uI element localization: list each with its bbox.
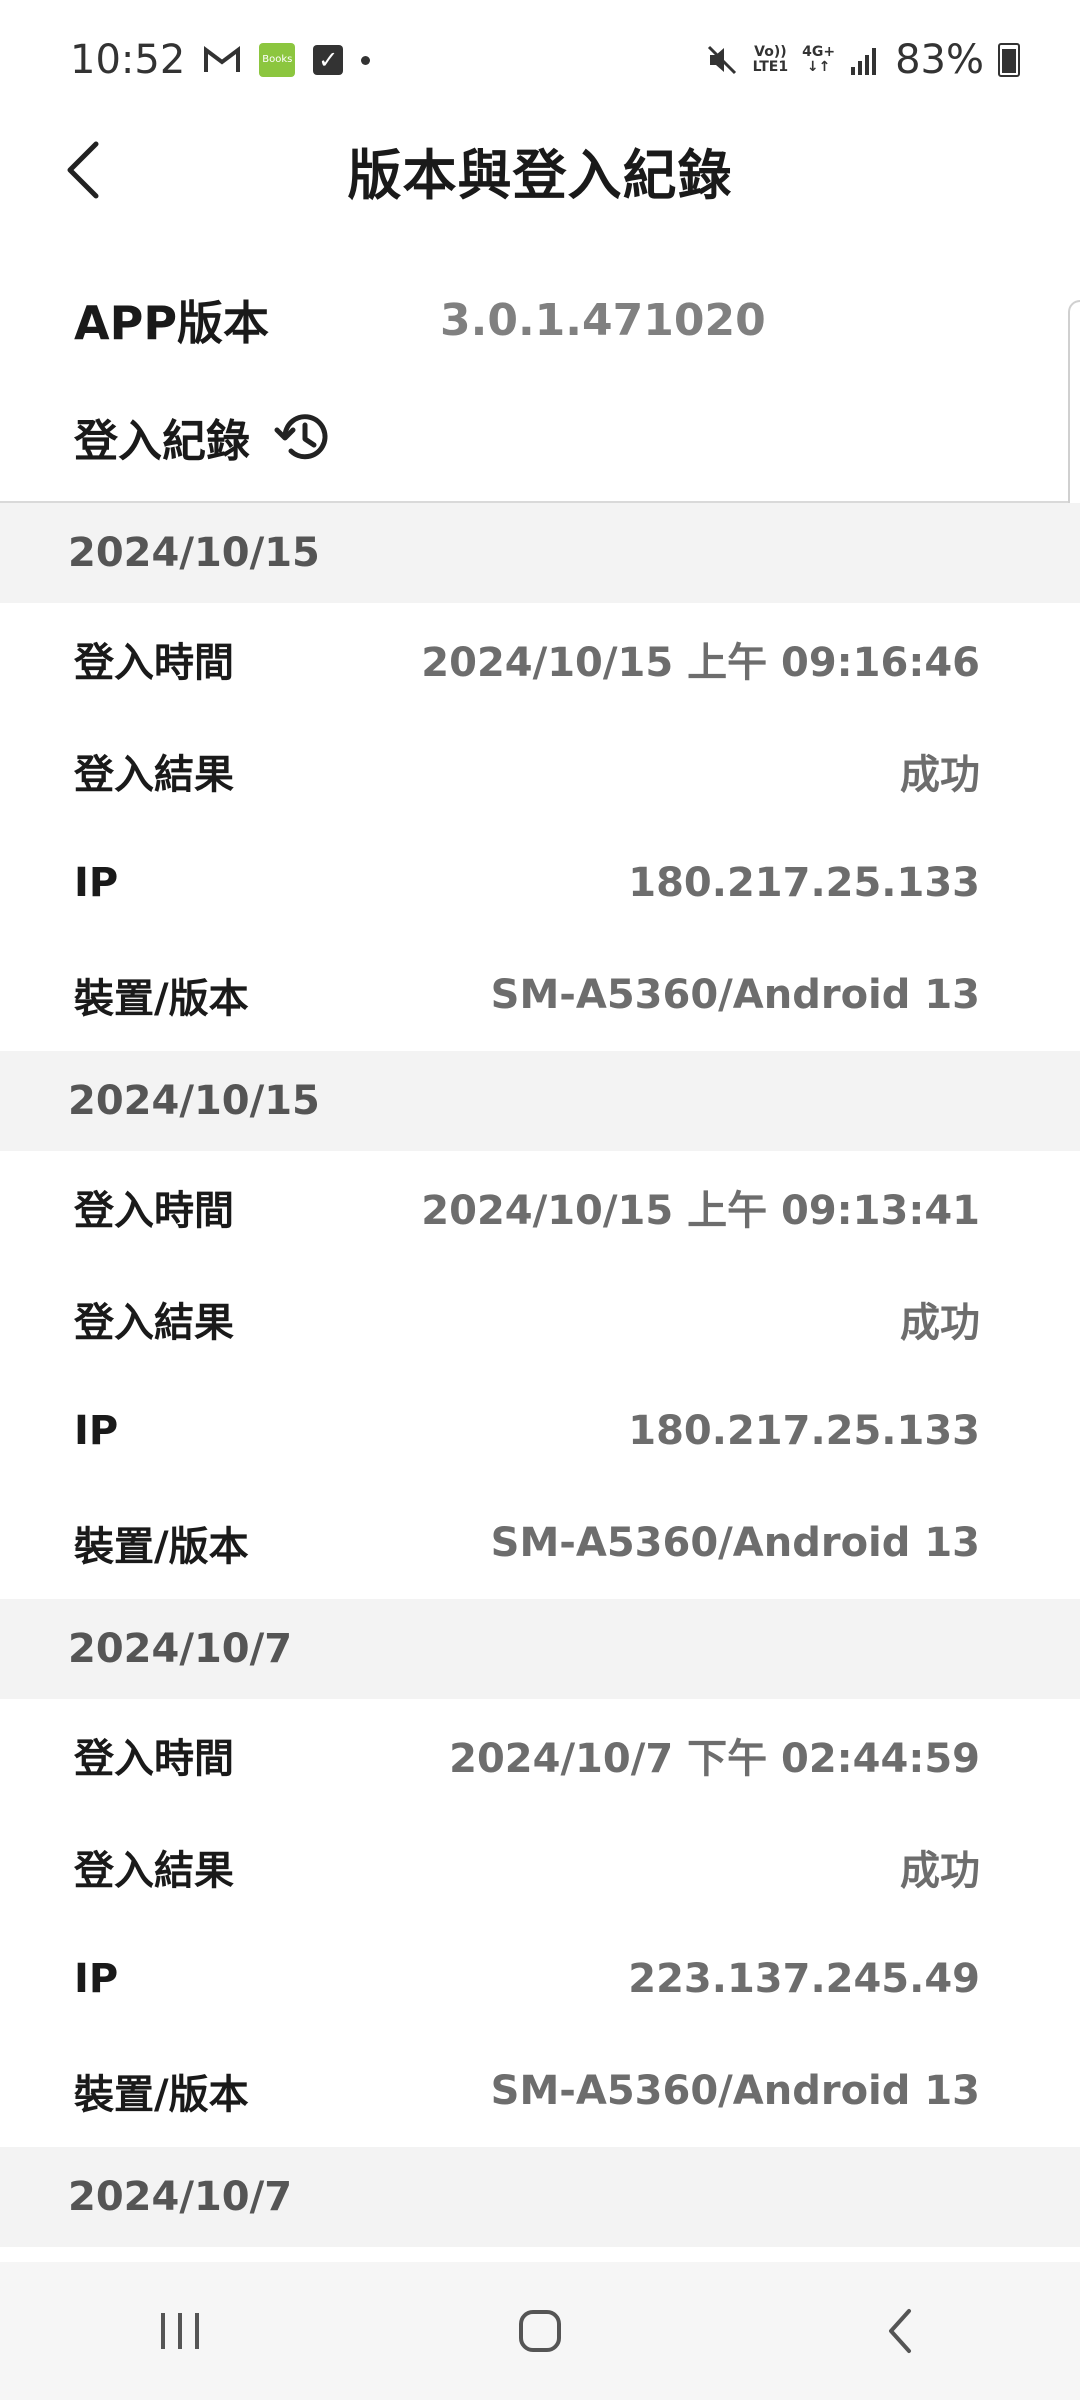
gmail-icon xyxy=(203,45,241,75)
device-version-row: 裝置/版本 SM-A5360/Android 13 xyxy=(0,1487,1080,1599)
app-version-label: APP版本 xyxy=(74,296,270,350)
record-date-header: 2024/10/7 xyxy=(0,2147,1080,2247)
more-notifications-dot-icon xyxy=(361,55,371,65)
login-record-list: 2024/10/15 登入時間 2024/10/15 上午 09:16:46 登… xyxy=(0,503,1080,2247)
login-result-row: 登入結果 成功 xyxy=(0,1263,1080,1375)
row-value: 2024/10/15 上午 09:13:41 xyxy=(421,1188,980,1234)
row-label: IP xyxy=(74,1408,119,1454)
record-date-header: 2024/10/15 xyxy=(0,503,1080,603)
row-label: IP xyxy=(74,860,119,906)
back-button[interactable] xyxy=(50,136,118,204)
row-value: SM-A5360/Android 13 xyxy=(490,972,980,1018)
battery-percent: 83% xyxy=(895,37,984,83)
row-label: 登入結果 xyxy=(74,1300,234,1346)
row-value: 223.137.245.49 xyxy=(628,1956,980,2002)
row-label: IP xyxy=(74,1956,119,2002)
row-label: 裝置/版本 xyxy=(74,2072,249,2118)
volte-bottom-text: LTE1 xyxy=(752,59,789,75)
data-4g-icon: 4G+ ↓↑ xyxy=(802,44,836,75)
row-value: 2024/10/15 上午 09:16:46 xyxy=(421,640,980,686)
status-time: 10:52 xyxy=(70,37,186,83)
record-date-header: 2024/10/7 xyxy=(0,1599,1080,1699)
history-icon xyxy=(274,414,328,460)
row-value: SM-A5360/Android 13 xyxy=(490,2068,980,2114)
login-history-label: 登入紀錄 xyxy=(74,416,250,467)
status-bar: 10:52 Books ✓ Vo)) LTE1 4G+ ↓↑ 83% xyxy=(0,0,1080,120)
signal-icon xyxy=(849,45,881,75)
row-value: 180.217.25.133 xyxy=(628,1408,980,1454)
row-value: 180.217.25.133 xyxy=(628,860,980,906)
ip-row: IP 223.137.245.49 xyxy=(0,1923,1080,2035)
login-time-row: 登入時間 2024/10/15 上午 09:16:46 xyxy=(0,603,1080,715)
chevron-left-icon xyxy=(67,141,99,199)
network-type-text: 4G+ xyxy=(802,44,836,60)
login-history-header: 登入紀錄 xyxy=(74,392,334,482)
app-bar: 版本與登入紀錄 xyxy=(0,120,1080,220)
login-record: 2024/10/7 登入時間 2024/10/7 下午 02:44:59 登入結… xyxy=(0,1599,1080,2147)
row-label: 登入結果 xyxy=(74,752,234,798)
app-version-value: 3.0.1.471020 xyxy=(440,294,766,346)
row-value: SM-A5360/Android 13 xyxy=(490,1520,980,1566)
status-left: 10:52 Books ✓ xyxy=(0,37,371,83)
home-button[interactable] xyxy=(480,2281,600,2381)
row-label: 裝置/版本 xyxy=(74,976,249,1022)
books-app-icon: Books xyxy=(259,43,296,77)
screen: 10:52 Books ✓ Vo)) LTE1 4G+ ↓↑ 83% 版本與登入… xyxy=(0,0,1080,2400)
login-result-row: 登入結果 成功 xyxy=(0,715,1080,827)
volte-top-text: Vo)) xyxy=(754,44,787,60)
app-version-row: APP版本 3.0.1.471020 xyxy=(0,270,1080,370)
row-value: 成功 xyxy=(900,752,980,798)
row-label: 登入結果 xyxy=(74,1848,234,1894)
back-icon xyxy=(889,2309,911,2353)
mute-icon xyxy=(705,43,739,77)
recents-button[interactable] xyxy=(120,2281,240,2381)
row-label: 裝置/版本 xyxy=(74,1524,249,1570)
device-version-row: 裝置/版本 SM-A5360/Android 13 xyxy=(0,939,1080,1051)
row-label: 登入時間 xyxy=(74,1188,234,1234)
login-record: 2024/10/7 xyxy=(0,2147,1080,2247)
ip-row: IP 180.217.25.133 xyxy=(0,827,1080,939)
record-date-header: 2024/10/15 xyxy=(0,1051,1080,1151)
ip-row: IP 180.217.25.133 xyxy=(0,1375,1080,1487)
login-record: 2024/10/15 登入時間 2024/10/15 上午 09:13:41 登… xyxy=(0,1051,1080,1599)
home-icon xyxy=(519,2310,561,2352)
row-label: 登入時間 xyxy=(74,640,234,686)
volte-icon: Vo)) LTE1 xyxy=(753,45,788,75)
checkbox-notification-icon: ✓ xyxy=(313,45,344,75)
login-time-row: 登入時間 2024/10/15 上午 09:13:41 xyxy=(0,1151,1080,1263)
battery-icon xyxy=(998,43,1020,77)
row-value: 成功 xyxy=(900,1300,980,1346)
row-value: 成功 xyxy=(900,1848,980,1894)
row-value: 2024/10/7 下午 02:44:59 xyxy=(449,1736,980,1782)
device-version-row: 裝置/版本 SM-A5360/Android 13 xyxy=(0,2035,1080,2147)
login-record: 2024/10/15 登入時間 2024/10/15 上午 09:16:46 登… xyxy=(0,503,1080,1051)
system-nav-bar xyxy=(0,2262,1080,2400)
login-time-row: 登入時間 2024/10/7 下午 02:44:59 xyxy=(0,1699,1080,1811)
status-right: Vo)) LTE1 4G+ ↓↑ 83% xyxy=(705,37,1080,83)
row-label: 登入時間 xyxy=(74,1736,234,1782)
recents-icon xyxy=(161,2313,199,2349)
page-title: 版本與登入紀錄 xyxy=(347,143,733,207)
login-result-row: 登入結果 成功 xyxy=(0,1811,1080,1923)
nav-back-button[interactable] xyxy=(840,2281,960,2381)
